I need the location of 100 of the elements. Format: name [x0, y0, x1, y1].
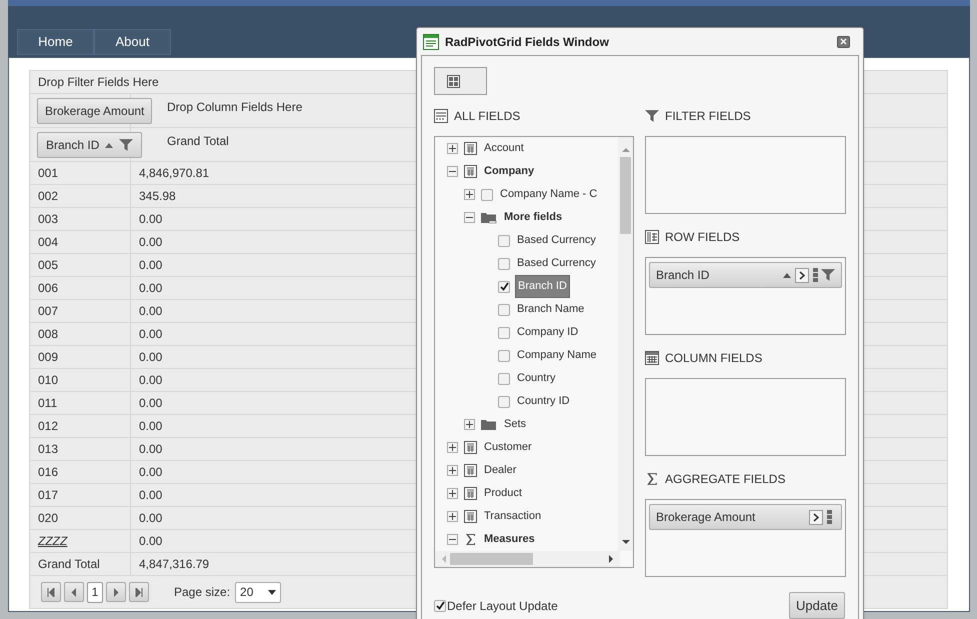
- field-checkbox[interactable]: [498, 396, 510, 408]
- close-icon: [840, 38, 847, 45]
- move-button[interactable]: [809, 510, 823, 524]
- tree-item[interactable]: Product: [482, 483, 524, 504]
- field-checkbox[interactable]: [498, 350, 510, 362]
- layout-button[interactable]: [434, 67, 487, 95]
- current-page[interactable]: 1: [87, 582, 103, 602]
- tree-item[interactable]: Measures: [482, 529, 537, 550]
- filter-icon: [645, 109, 659, 123]
- table-icon: [464, 441, 477, 454]
- field-checkbox[interactable]: [481, 188, 493, 200]
- field-checkbox[interactable]: [498, 234, 510, 246]
- defer-label: Defer Layout Update: [447, 598, 558, 614]
- tree-item[interactable]: Company Name: [515, 345, 598, 366]
- tree-item[interactable]: Dealer: [482, 460, 518, 481]
- expand-toggle[interactable]: [447, 488, 458, 499]
- fields-list-icon: [434, 109, 448, 123]
- sort-ascending-icon[interactable]: [105, 142, 114, 148]
- scrollbar-thumb[interactable]: [620, 157, 631, 234]
- sigma-icon: [464, 533, 477, 546]
- field-checkbox[interactable]: [498, 372, 510, 384]
- collapse-toggle[interactable]: [447, 166, 458, 177]
- sigma-icon: [645, 472, 659, 486]
- scroll-down-icon[interactable]: [622, 537, 630, 547]
- field-checkbox[interactable]: [498, 280, 510, 292]
- expand-toggle[interactable]: [447, 143, 458, 154]
- window-icon: [423, 34, 439, 50]
- scroll-up-icon[interactable]: [622, 145, 630, 155]
- page-size-select[interactable]: 20: [235, 582, 282, 602]
- expand-toggle[interactable]: [464, 419, 475, 430]
- nav-tab[interactable]: About: [94, 29, 171, 55]
- close-button[interactable]: [837, 36, 850, 48]
- table-cell-text: 0.00: [139, 510, 162, 527]
- drag-grip-icon[interactable]: [827, 510, 832, 524]
- tree-item[interactable]: Customer: [482, 437, 534, 458]
- scroll-right-icon[interactable]: [606, 555, 616, 563]
- field-chip[interactable]: Branch ID: [649, 262, 842, 288]
- row-header: 010: [38, 372, 58, 389]
- tree-item[interactable]: More fields: [502, 207, 564, 228]
- defer-checkbox[interactable]: [434, 600, 446, 612]
- field-chip[interactable]: Brokerage Amount: [37, 98, 152, 124]
- move-button[interactable]: [795, 268, 809, 282]
- tree-item[interactable]: Company ID: [515, 322, 580, 343]
- row-header: 008: [38, 326, 58, 343]
- section-title: FILTER FIELDS: [665, 108, 751, 125]
- row-header: 004: [38, 234, 58, 251]
- section-title: AGGREGATE FIELDS: [665, 471, 786, 488]
- last-page-icon: [135, 588, 143, 596]
- field-chip[interactable]: Branch ID: [37, 132, 142, 158]
- plus-icon: [466, 191, 473, 198]
- table-icon: [464, 487, 477, 500]
- row-header: 013: [38, 441, 58, 458]
- field-checkbox[interactable]: [498, 258, 510, 270]
- tree-item[interactable]: Based Currency: [515, 253, 598, 274]
- row-header: 003: [38, 211, 58, 228]
- row-header: 020: [38, 510, 58, 527]
- tree-item[interactable]: Based Currency: [515, 230, 598, 251]
- next-page-button[interactable]: [106, 582, 126, 602]
- expand-toggle[interactable]: [447, 442, 458, 453]
- chevron-right-icon: [799, 270, 805, 280]
- row-header: 017: [38, 487, 58, 504]
- scrollbar-thumb[interactable]: [450, 553, 533, 565]
- check-icon: [436, 601, 444, 610]
- update-button[interactable]: Update: [789, 592, 845, 619]
- table-cell-text: 0.00: [139, 372, 162, 389]
- tree-item[interactable]: Branch ID: [515, 275, 570, 298]
- row-header: Grand Total: [38, 556, 100, 573]
- collapse-toggle[interactable]: [464, 212, 475, 223]
- column-fields-icon: [645, 351, 659, 365]
- table-icon: [464, 165, 477, 178]
- tree-item[interactable]: Account: [482, 138, 526, 159]
- tree-item[interactable]: Country: [515, 368, 558, 389]
- table-cell-text: 0.00: [139, 349, 162, 366]
- tree-item[interactable]: Transaction: [482, 506, 544, 527]
- field-checkbox[interactable]: [498, 326, 510, 338]
- tree-item[interactable]: Sets: [502, 414, 528, 435]
- collapse-toggle[interactable]: [447, 534, 458, 545]
- plus-icon: [466, 421, 473, 428]
- tree-item[interactable]: Country ID: [515, 391, 572, 412]
- expand-toggle[interactable]: [447, 511, 458, 522]
- field-checkbox[interactable]: [498, 304, 510, 316]
- filter-icon: [119, 138, 134, 152]
- last-page-button[interactable]: [129, 582, 149, 602]
- section-title: ALL FIELDS: [454, 108, 520, 125]
- tree-item[interactable]: Company Name - C: [498, 184, 600, 205]
- previous-page-button[interactable]: [64, 582, 84, 602]
- sort-ascending-icon[interactable]: [783, 272, 791, 278]
- next-page-icon: [112, 588, 120, 596]
- field-chip[interactable]: Brokerage Amount: [649, 504, 842, 530]
- expand-toggle[interactable]: [447, 465, 458, 476]
- expand-toggle[interactable]: [464, 189, 475, 200]
- table-cell-text: 0.00: [139, 487, 162, 504]
- first-page-button[interactable]: [41, 582, 61, 602]
- tree-item[interactable]: Company: [482, 161, 536, 182]
- tree-item[interactable]: Branch Name: [515, 299, 586, 320]
- nav-tab[interactable]: Home: [17, 29, 94, 55]
- row-fields-icon: [645, 230, 659, 244]
- drag-grip-icon[interactable]: [813, 268, 818, 282]
- grid-icon: [447, 74, 460, 88]
- table-cell-text: 0.00: [139, 418, 162, 435]
